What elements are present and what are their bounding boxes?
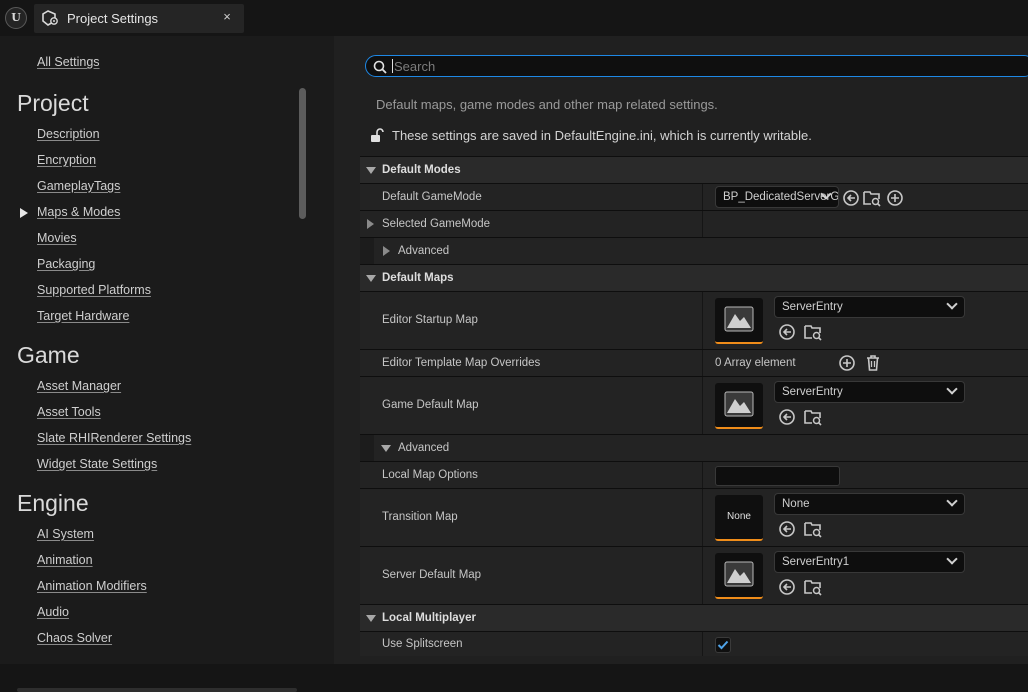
add-icon[interactable] bbox=[886, 189, 904, 207]
sidebar-horizontal-scrollbar[interactable] bbox=[17, 688, 297, 692]
search-placeholder: Search bbox=[394, 59, 436, 74]
tab-title: Project Settings bbox=[67, 11, 159, 26]
editor-startup-map-combo[interactable]: ServerEntry bbox=[774, 296, 965, 318]
default-gamemode-combo[interactable]: BP_DedicatedServerGameMode bbox=[715, 186, 839, 208]
row-editor-template-overrides: Editor Template Map Overrides 0 Array el… bbox=[360, 349, 1028, 376]
sidebar-item-ai-system[interactable]: AI System bbox=[37, 527, 94, 541]
row-game-default-map: Game Default Map ServerEntry bbox=[360, 376, 1028, 434]
row-advanced-maps[interactable]: Advanced bbox=[360, 434, 1028, 461]
sidebar-item-maps-modes[interactable]: Maps & Modes bbox=[37, 205, 120, 219]
text-caret bbox=[392, 59, 393, 73]
map-asset-icon bbox=[724, 306, 754, 332]
chevron-down-icon bbox=[946, 383, 958, 395]
sidebar-item-animation-modifiers[interactable]: Animation Modifiers bbox=[37, 579, 147, 593]
expand-arrow-icon bbox=[383, 246, 390, 256]
tab-project-settings[interactable]: Project Settings × bbox=[34, 4, 244, 33]
row-transition-map: Transition Map None None bbox=[360, 488, 1028, 546]
chevron-down-icon bbox=[946, 495, 958, 507]
writable-notice: These settings are saved in DefaultEngin… bbox=[392, 128, 812, 143]
row-advanced-modes[interactable]: Advanced bbox=[360, 237, 1028, 264]
unreal-logo-icon[interactable]: U bbox=[5, 7, 27, 29]
sidebar-item-encryption[interactable]: Encryption bbox=[37, 153, 96, 167]
browse-icon[interactable] bbox=[804, 520, 822, 538]
sidebar-item-description[interactable]: Description bbox=[37, 127, 100, 141]
server-default-map-combo[interactable]: ServerEntry1 bbox=[774, 551, 965, 573]
category-local-multiplayer[interactable]: Local Multiplayer bbox=[360, 604, 1028, 631]
use-selected-icon[interactable] bbox=[778, 520, 796, 538]
search-input[interactable]: Search bbox=[365, 55, 1028, 77]
row-selected-gamemode[interactable]: Selected GameMode bbox=[360, 210, 1028, 237]
sidebar-item-slate-rhirenderer-settings[interactable]: Slate RHIRenderer Settings bbox=[37, 431, 191, 445]
sidebar-heading-engine: Engine bbox=[17, 490, 89, 516]
map-asset-icon bbox=[724, 561, 754, 587]
collapse-arrow-icon bbox=[366, 167, 376, 174]
row-server-default-map: Server Default Map ServerEntry1 bbox=[360, 546, 1028, 604]
map-asset-icon bbox=[724, 391, 754, 417]
chevron-down-icon bbox=[946, 553, 958, 565]
sidebar-scrollbar[interactable] bbox=[299, 88, 306, 219]
unlocked-icon bbox=[371, 128, 384, 142]
game-default-map-combo[interactable]: ServerEntry bbox=[774, 381, 965, 403]
sidebar-item-chaos-solver[interactable]: Chaos Solver bbox=[37, 631, 112, 645]
collapse-arrow-icon bbox=[366, 275, 376, 282]
sidebar-item-supported-platforms[interactable]: Supported Platforms bbox=[37, 283, 151, 297]
use-selected-icon[interactable] bbox=[778, 578, 796, 596]
use-splitscreen-checkbox[interactable] bbox=[715, 637, 731, 653]
use-selected-icon[interactable] bbox=[778, 408, 796, 426]
map-thumbnail[interactable] bbox=[715, 298, 763, 344]
map-thumbnail-none[interactable]: None bbox=[715, 495, 763, 541]
browse-icon[interactable] bbox=[804, 323, 822, 341]
close-icon[interactable]: × bbox=[220, 9, 234, 27]
sidebar-item-gameplaytags[interactable]: GameplayTags bbox=[37, 179, 120, 193]
collapse-arrow-icon bbox=[366, 615, 376, 622]
array-count: 0 Array element bbox=[715, 357, 796, 369]
map-thumbnail[interactable] bbox=[715, 383, 763, 429]
category-default-maps[interactable]: Default Maps bbox=[360, 264, 1028, 291]
trash-icon[interactable] bbox=[864, 354, 882, 372]
row-default-gamemode: Default GameMode BP_DedicatedServerGameM… bbox=[360, 183, 1028, 210]
section-description: Default maps, game modes and other map r… bbox=[376, 97, 718, 112]
sidebar-item-packaging[interactable]: Packaging bbox=[37, 257, 95, 271]
transition-map-combo[interactable]: None bbox=[774, 493, 965, 515]
sidebar-item-audio[interactable]: Audio bbox=[37, 605, 69, 619]
tab-bar: U Project Settings × bbox=[0, 0, 1028, 36]
sidebar-item-widget-state-settings[interactable]: Widget State Settings bbox=[37, 457, 157, 471]
local-map-options-input[interactable] bbox=[715, 466, 840, 486]
selected-arrow-icon bbox=[20, 208, 28, 218]
collapse-arrow-icon bbox=[381, 445, 391, 452]
add-icon[interactable] bbox=[838, 354, 856, 372]
browse-icon[interactable] bbox=[804, 408, 822, 426]
search-icon bbox=[373, 60, 387, 74]
sidebar-all-settings-link[interactable]: All Settings bbox=[37, 55, 100, 69]
sidebar-item-animation[interactable]: Animation bbox=[37, 553, 93, 567]
project-settings-icon bbox=[42, 10, 58, 26]
sidebar-item-asset-tools[interactable]: Asset Tools bbox=[37, 405, 101, 419]
sidebar-item-target-hardware[interactable]: Target Hardware bbox=[37, 309, 129, 323]
sidebar-item-movies[interactable]: Movies bbox=[37, 231, 77, 245]
checkmark-icon bbox=[717, 640, 729, 650]
row-editor-startup-map: Editor Startup Map ServerEntry bbox=[360, 291, 1028, 349]
sidebar-heading-game: Game bbox=[17, 342, 80, 368]
use-selected-icon[interactable] bbox=[778, 323, 796, 341]
sidebar-item-asset-manager[interactable]: Asset Manager bbox=[37, 379, 121, 393]
row-local-map-options: Local Map Options bbox=[360, 461, 1028, 488]
map-thumbnail[interactable] bbox=[715, 553, 763, 599]
use-selected-icon[interactable] bbox=[842, 189, 860, 207]
expand-arrow-icon bbox=[367, 219, 374, 229]
row-use-splitscreen: Use Splitscreen bbox=[360, 631, 1028, 656]
browse-icon[interactable] bbox=[804, 578, 822, 596]
chevron-down-icon bbox=[946, 298, 958, 310]
sidebar-heading-project: Project bbox=[17, 90, 89, 116]
category-default-modes[interactable]: Default Modes bbox=[360, 156, 1028, 183]
browse-icon[interactable] bbox=[863, 189, 881, 207]
